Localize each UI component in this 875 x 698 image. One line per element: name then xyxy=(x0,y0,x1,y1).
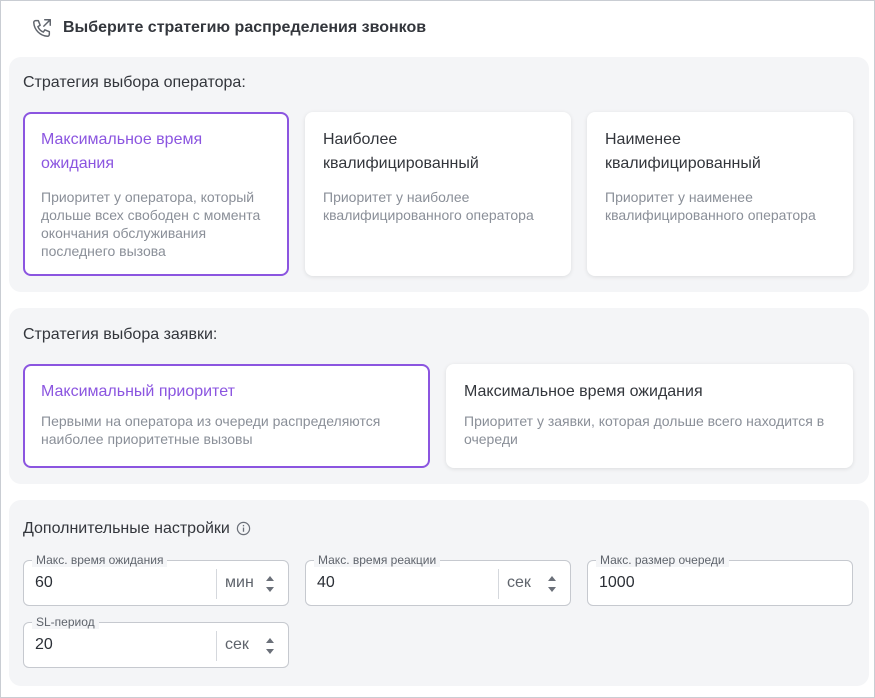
field-label: Макс. размер очереди xyxy=(596,553,729,567)
request-card-max-priority[interactable]: Максимальный приоритет Первыми на операт… xyxy=(23,364,430,468)
request-strategy-title: Стратегия выбора заявки: xyxy=(23,326,218,343)
field-divider xyxy=(498,569,499,599)
max-queue-size-field[interactable]: Макс. размер очереди xyxy=(587,553,853,606)
stepper-arrows-icon[interactable] xyxy=(546,572,558,596)
field-label: Макс. время реакции xyxy=(314,553,441,567)
field-unit: мин xyxy=(225,574,254,591)
settings-panel: Выберите стратегию распределения звонков… xyxy=(0,0,875,698)
panel-header: Выберите стратегию распределения звонков xyxy=(31,15,426,41)
card-title: Наименее квалифицированный xyxy=(605,131,761,172)
additional-settings-section: Дополнительные настройки Макс. время ожи… xyxy=(9,500,869,686)
stepper-arrows-icon[interactable] xyxy=(264,634,276,658)
max-wait-time-field[interactable]: Макс. время ожидания мин xyxy=(23,553,289,606)
additional-settings-title: Дополнительные настройки xyxy=(23,520,251,538)
field-unit: сек xyxy=(507,574,531,591)
operator-card-most-qualified[interactable]: Наиболее квалифицированный Приоритет у н… xyxy=(305,112,571,276)
info-icon[interactable] xyxy=(236,521,251,536)
field-divider xyxy=(216,631,217,661)
card-title: Максимальный приоритет xyxy=(41,383,235,400)
operator-strategy-section: Стратегия выбора оператора: Максимальное… xyxy=(9,57,869,292)
card-title: Наиболее квалифицированный xyxy=(323,131,479,172)
field-label: SL-период xyxy=(32,615,99,629)
card-description: Первыми на оператора из очереди распреде… xyxy=(41,413,381,447)
request-card-max-wait[interactable]: Максимальное время ожидания Приоритет у … xyxy=(446,364,853,468)
sl-period-input[interactable] xyxy=(35,636,185,654)
card-description: Приоритет у наименее квалифицированного … xyxy=(605,189,816,223)
field-label: Макс. время ожидания xyxy=(32,553,168,567)
max-reaction-time-input[interactable] xyxy=(317,574,467,592)
operator-card-max-wait[interactable]: Максимальное время ожидания Приоритет у … xyxy=(23,112,289,276)
phone-outgoing-icon xyxy=(33,19,51,37)
additional-settings-label: Дополнительные настройки xyxy=(23,520,230,537)
stepper-arrows-icon[interactable] xyxy=(264,572,276,596)
operator-strategy-title: Стратегия выбора оператора: xyxy=(23,74,246,91)
request-strategy-section: Стратегия выбора заявки: Максимальный пр… xyxy=(9,308,869,484)
field-divider xyxy=(216,569,217,599)
max-wait-time-input[interactable] xyxy=(35,574,185,592)
card-description: Приоритет у оператора, который дольше вс… xyxy=(41,189,261,259)
page-title: Выберите стратегию распределения звонков xyxy=(63,19,427,36)
operator-card-least-qualified[interactable]: Наименее квалифицированный Приоритет у н… xyxy=(587,112,853,276)
card-description: Приоритет у наиболее квалифицированного … xyxy=(323,189,534,223)
max-queue-size-input[interactable] xyxy=(599,574,749,592)
max-reaction-time-field[interactable]: Макс. время реакции сек xyxy=(305,553,571,606)
card-title: Максимальное время ожидания xyxy=(41,131,203,172)
card-title: Максимальное время ожидания xyxy=(464,383,703,400)
card-description: Приоритет у заявки, которая дольше всего… xyxy=(464,413,825,447)
field-unit: сек xyxy=(225,636,249,653)
sl-period-field[interactable]: SL-период сек xyxy=(23,615,289,668)
